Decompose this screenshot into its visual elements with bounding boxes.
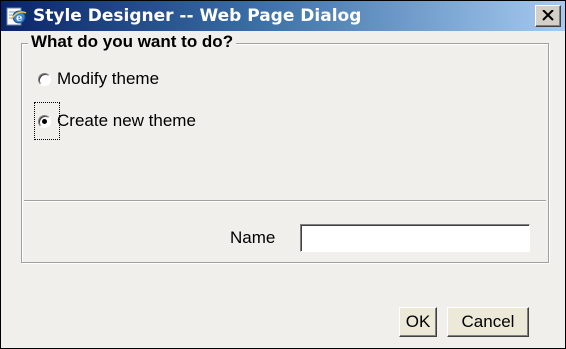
close-icon	[542, 10, 554, 21]
ie-page-icon: e	[5, 5, 27, 27]
name-input[interactable]	[300, 224, 530, 252]
group-separator	[24, 200, 546, 202]
modify-theme-label: Modify theme	[57, 69, 160, 88]
group-legend: What do you want to do?	[28, 32, 237, 52]
modify-theme-option[interactable]: Modify theme	[38, 66, 159, 92]
create-theme-label: Create new theme	[57, 111, 196, 130]
dialog-window: e Style Designer -- Web Page Dialog What…	[0, 0, 566, 349]
ok-button[interactable]: OK	[399, 307, 437, 337]
close-button[interactable]	[535, 5, 561, 27]
create-theme-option[interactable]: Create new theme	[38, 108, 196, 134]
focus-rectangle	[34, 102, 60, 140]
svg-text:e: e	[16, 13, 22, 24]
action-group: What do you want to do? Modify theme Cre…	[21, 32, 549, 263]
modify-theme-radio[interactable]	[38, 72, 51, 86]
cancel-button[interactable]: Cancel	[447, 307, 529, 337]
title-bar[interactable]: e Style Designer -- Web Page Dialog	[1, 1, 565, 31]
dialog-body: What do you want to do? Modify theme Cre…	[1, 31, 565, 348]
window-title: Style Designer -- Web Page Dialog	[33, 6, 362, 26]
name-label: Name	[230, 228, 276, 247]
